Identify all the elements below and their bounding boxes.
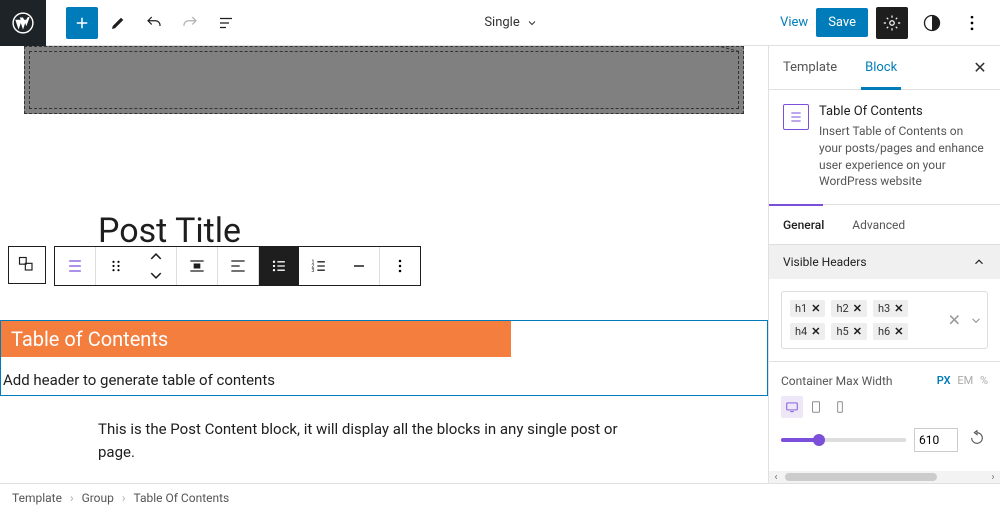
unit-px[interactable]: PX bbox=[937, 374, 951, 387]
visible-headers-panel: h1✕ h2✕ h3✕ h4✕ h5✕ h6✕ ✕ bbox=[769, 279, 1000, 362]
list-view-button[interactable] bbox=[210, 7, 242, 39]
block-subtabs: General Advanced bbox=[769, 205, 1000, 245]
top-right: View Save bbox=[780, 7, 1000, 39]
header-tag: h2✕ bbox=[831, 300, 866, 317]
toc-title[interactable]: Table of Contents bbox=[1, 321, 511, 357]
subtab-general[interactable]: General bbox=[769, 205, 838, 244]
subtab-advanced[interactable]: Advanced bbox=[838, 205, 919, 244]
editor-topbar: Single View Save bbox=[0, 0, 1000, 46]
settings-sidebar: Template Block ✕ Table Of Contents Inser… bbox=[768, 46, 1000, 483]
device-desktop-button[interactable] bbox=[781, 396, 803, 418]
sidebar-horizontal-scrollbar[interactable]: ‹ › bbox=[769, 471, 1000, 483]
post-content: This is the Post Content block, it will … bbox=[98, 418, 648, 483]
block-name: Table Of Contents bbox=[819, 104, 986, 119]
block-description: Insert Table of Contents on your posts/p… bbox=[819, 123, 986, 190]
width-slider[interactable] bbox=[781, 438, 906, 442]
device-mobile-button[interactable] bbox=[829, 396, 851, 418]
styles-button[interactable] bbox=[916, 7, 948, 39]
redo-button[interactable] bbox=[174, 7, 206, 39]
width-slider-row bbox=[781, 428, 988, 452]
list-number-button[interactable]: 123 bbox=[299, 247, 339, 285]
toc-block[interactable]: Table of Contents Add header to generate… bbox=[0, 320, 768, 396]
drag-handle[interactable] bbox=[96, 247, 136, 285]
wordpress-logo[interactable] bbox=[0, 0, 46, 46]
close-sidebar-button[interactable]: ✕ bbox=[960, 46, 1000, 89]
remove-tag-icon[interactable]: ✕ bbox=[811, 302, 820, 315]
width-input[interactable] bbox=[914, 428, 958, 452]
device-tablet-button[interactable] bbox=[805, 396, 827, 418]
remove-tag-icon[interactable]: ✕ bbox=[894, 302, 903, 315]
svg-text:3: 3 bbox=[312, 268, 315, 274]
block-more-button[interactable] bbox=[380, 247, 420, 285]
visible-headers-label: Visible Headers bbox=[783, 255, 867, 269]
top-tools bbox=[46, 7, 242, 39]
header-tag: h1✕ bbox=[790, 300, 825, 317]
block-type-button[interactable] bbox=[55, 247, 95, 285]
toc-block-icon bbox=[783, 104, 809, 130]
header-tag: h3✕ bbox=[873, 300, 908, 317]
view-link[interactable]: View bbox=[780, 15, 808, 30]
responsive-switcher bbox=[781, 396, 988, 418]
edit-tool-button[interactable] bbox=[102, 7, 134, 39]
settings-button[interactable] bbox=[876, 7, 908, 39]
align-button[interactable] bbox=[177, 247, 217, 285]
list-none-button[interactable] bbox=[339, 247, 379, 285]
visible-headers-panel-toggle[interactable]: Visible Headers bbox=[769, 245, 1000, 279]
undo-button[interactable] bbox=[138, 7, 170, 39]
breadcrumb-item[interactable]: Template bbox=[12, 491, 62, 505]
breadcrumb-item[interactable]: Group bbox=[82, 491, 114, 505]
unit-pct[interactable]: % bbox=[980, 374, 988, 387]
header-tag: h5✕ bbox=[831, 323, 866, 340]
unit-switcher[interactable]: PX EM % bbox=[933, 374, 988, 387]
reset-width-button[interactable] bbox=[966, 429, 988, 451]
headers-tagbox[interactable]: h1✕ h2✕ h3✕ h4✕ h5✕ h6✕ ✕ bbox=[781, 291, 988, 349]
chevron-down-icon bbox=[526, 17, 538, 29]
remove-tag-icon[interactable]: ✕ bbox=[853, 325, 862, 338]
chevron-down-icon[interactable] bbox=[969, 313, 983, 327]
breadcrumb-item[interactable]: Table Of Contents bbox=[134, 491, 230, 505]
block-toolbar: 123 bbox=[54, 246, 421, 286]
scroll-left-icon[interactable]: ‹ bbox=[769, 471, 783, 483]
chevron-right-icon: › bbox=[122, 491, 126, 505]
save-button[interactable]: Save bbox=[816, 8, 868, 37]
template-selector[interactable]: Single bbox=[242, 15, 780, 30]
list-bullet-button[interactable] bbox=[259, 247, 299, 285]
template-label: Single bbox=[484, 15, 519, 30]
header-tag: h4✕ bbox=[790, 323, 825, 340]
featured-image-placeholder[interactable] bbox=[24, 46, 744, 114]
tab-block[interactable]: Block bbox=[851, 46, 911, 89]
remove-tag-icon[interactable]: ✕ bbox=[811, 325, 820, 338]
unit-em[interactable]: EM bbox=[957, 374, 973, 387]
remove-tag-icon[interactable]: ✕ bbox=[894, 325, 903, 338]
chevron-right-icon: › bbox=[70, 491, 74, 505]
editor-canvas: Post Title 123 bbox=[0, 46, 768, 483]
block-breadcrumb: Template › Group › Table Of Contents bbox=[0, 483, 1000, 511]
sidebar-tabs: Template Block ✕ bbox=[769, 46, 1000, 90]
block-info: Table Of Contents Insert Table of Conten… bbox=[769, 90, 1000, 205]
scroll-right-icon[interactable]: › bbox=[986, 471, 1000, 483]
toc-placeholder: Add header to generate table of contents bbox=[1, 357, 767, 395]
post-title[interactable]: Post Title bbox=[98, 211, 241, 251]
chevron-up-icon bbox=[972, 255, 986, 269]
add-block-button[interactable] bbox=[66, 7, 98, 39]
container-width-label: Container Max Width PX EM % bbox=[781, 374, 988, 388]
container-width-panel: Container Max Width PX EM % bbox=[769, 362, 1000, 464]
content-paragraph[interactable]: This is the Post Content block, it will … bbox=[98, 418, 648, 465]
more-menu-button[interactable] bbox=[956, 7, 988, 39]
select-parent-button[interactable] bbox=[8, 246, 46, 284]
clear-tags-icon[interactable]: ✕ bbox=[948, 311, 961, 330]
move-buttons[interactable] bbox=[136, 247, 176, 285]
remove-tag-icon[interactable]: ✕ bbox=[853, 302, 862, 315]
tab-template[interactable]: Template bbox=[769, 46, 851, 89]
text-align-button[interactable] bbox=[218, 247, 258, 285]
header-tag: h6✕ bbox=[873, 323, 908, 340]
